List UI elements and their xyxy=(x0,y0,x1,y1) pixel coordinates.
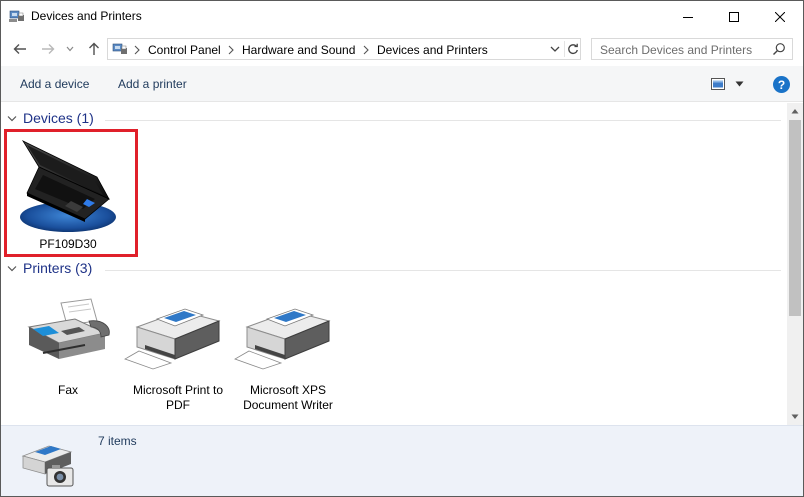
search-box[interactable]: Search Devices and Printers xyxy=(591,38,793,60)
collapse-chevron-icon[interactable] xyxy=(7,265,17,273)
breadcrumb-control-panel[interactable]: Control Panel xyxy=(148,43,221,57)
scrollbar-thumb[interactable] xyxy=(789,120,801,316)
maximize-icon xyxy=(729,11,739,22)
laptop-icon xyxy=(20,140,116,232)
back-button[interactable] xyxy=(11,40,29,58)
printers-group-header[interactable]: Printers (3) xyxy=(1,260,787,280)
scroll-up-arrow-icon xyxy=(791,109,799,114)
close-icon xyxy=(775,11,785,22)
printer-item-label: Microsoft Print to PDF xyxy=(132,383,224,412)
forward-button[interactable] xyxy=(39,40,57,58)
refresh-icon xyxy=(568,43,578,54)
address-dropdown-icon[interactable] xyxy=(548,42,562,56)
recent-locations-button[interactable] xyxy=(64,40,76,58)
help-button[interactable]: ? xyxy=(773,76,790,93)
breadcrumb-devices-and-printers[interactable]: Devices and Printers xyxy=(377,43,488,57)
maximize-button[interactable] xyxy=(711,1,757,32)
breadcrumb-separator-icon xyxy=(228,45,234,55)
printer-camera-icon xyxy=(21,445,74,487)
scroll-down-arrow-icon xyxy=(791,414,799,419)
navigation-bar: Control Panel Hardware and Sound Devices… xyxy=(1,32,803,66)
help-question-icon: ? xyxy=(777,77,786,92)
minimize-button[interactable] xyxy=(665,1,711,32)
control-panel-icon xyxy=(112,43,127,54)
printer-item-microsoft-xps-document-writer[interactable]: Microsoft XPS Document Writer xyxy=(233,293,343,413)
address-bar[interactable]: Control Panel Hardware and Sound Devices… xyxy=(107,38,581,60)
breadcrumb-hardware-and-sound[interactable]: Hardware and Sound xyxy=(242,43,355,57)
devices-group-title: Devices (1) xyxy=(23,110,94,126)
group-divider xyxy=(105,120,781,121)
search-icon[interactable] xyxy=(772,42,786,56)
command-bar: Add a device Add a printer ? xyxy=(1,66,803,102)
breadcrumb-separator-icon xyxy=(363,45,369,55)
arrow-right-icon xyxy=(42,44,55,54)
devices-and-printers-window: Devices and Printers Control Panel Hardw… xyxy=(0,0,804,497)
printer-item-label: Microsoft XPS Document Writer xyxy=(243,383,333,412)
printers-group-title: Printers (3) xyxy=(23,260,93,276)
printer-icon xyxy=(124,308,221,370)
group-divider xyxy=(105,270,781,271)
window-title: Devices and Printers xyxy=(31,9,142,23)
refresh-button[interactable] xyxy=(564,41,580,57)
printer-item-fax[interactable]: Fax xyxy=(13,293,123,413)
vertical-scrollbar[interactable] xyxy=(787,103,803,425)
close-button[interactable] xyxy=(757,1,803,32)
collapse-chevron-icon[interactable] xyxy=(7,115,17,123)
search-placeholder: Search Devices and Printers xyxy=(600,43,753,57)
minimize-icon xyxy=(683,16,693,18)
device-item-pf109d30[interactable]: PF109D30 xyxy=(13,135,123,255)
printer-icon xyxy=(234,308,331,370)
add-printer-button[interactable]: Add a printer xyxy=(118,77,187,91)
printer-item-label: Fax xyxy=(57,383,78,397)
device-item-label: PF109D30 xyxy=(39,237,97,251)
change-view-icon[interactable] xyxy=(711,78,725,90)
fax-icon xyxy=(27,298,110,359)
add-device-button[interactable]: Add a device xyxy=(20,77,89,91)
scroll-down-button[interactable] xyxy=(787,409,803,425)
item-count: 7 items xyxy=(98,434,137,448)
arrow-left-icon xyxy=(13,44,26,54)
devices-group-header[interactable]: Devices (1) xyxy=(1,110,787,130)
chevron-down-icon xyxy=(66,46,74,52)
items-view: Devices (1) PF109D30 Printers (3) Fax Mi… xyxy=(1,103,787,425)
view-options-dropdown-icon[interactable] xyxy=(735,81,744,87)
scroll-up-button[interactable] xyxy=(787,103,803,119)
devices-and-printers-icon xyxy=(9,10,24,22)
printer-item-microsoft-print-to-pdf[interactable]: Microsoft Print to PDF xyxy=(123,293,233,413)
up-button[interactable] xyxy=(85,40,103,58)
breadcrumb-separator-icon xyxy=(134,45,140,55)
details-pane: 7 items xyxy=(1,425,803,496)
arrow-up-icon xyxy=(89,42,99,55)
title-bar[interactable]: Devices and Printers xyxy=(1,1,803,32)
